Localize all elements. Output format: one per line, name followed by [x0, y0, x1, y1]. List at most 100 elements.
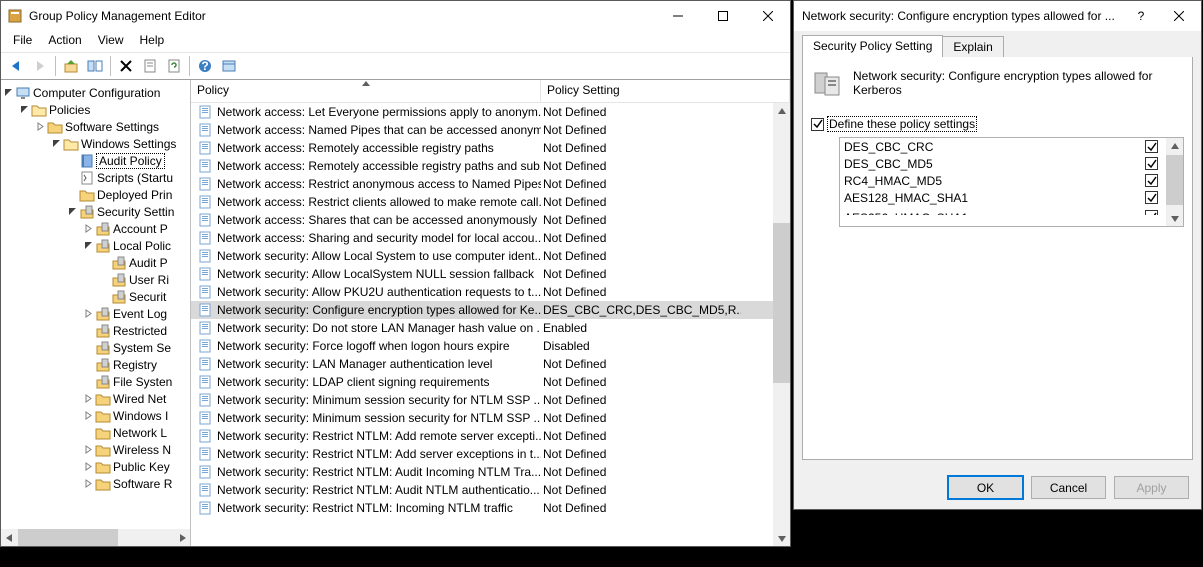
tree-twisty[interactable]: [65, 207, 79, 216]
policy-row[interactable]: Network security: LDAP client signing re…: [191, 373, 790, 391]
scroll-thumb[interactable]: [773, 223, 790, 383]
minimize-button[interactable]: [655, 1, 700, 31]
scroll-thumb[interactable]: [18, 529, 118, 546]
tree-twisty[interactable]: [81, 241, 95, 250]
apply-button[interactable]: Apply: [1114, 476, 1189, 499]
tree-item[interactable]: Software R: [1, 475, 190, 492]
menu-view[interactable]: View: [90, 31, 132, 52]
enc-option[interactable]: DES_CBC_CRC: [840, 138, 1166, 155]
tree-pane[interactable]: Computer ConfigurationPoliciesSoftware S…: [1, 80, 191, 546]
policy-row[interactable]: Network access: Sharing and security mod…: [191, 229, 790, 247]
policy-row[interactable]: Network security: Restrict NTLM: Add rem…: [191, 427, 790, 445]
ok-button[interactable]: OK: [948, 476, 1023, 499]
define-checkbox[interactable]: [811, 118, 824, 131]
scroll-right-icon[interactable]: [173, 529, 190, 546]
refresh-button[interactable]: [163, 55, 185, 77]
tree-item[interactable]: Local Polic: [1, 237, 190, 254]
scroll-up-icon[interactable]: [1166, 138, 1183, 155]
tree-item[interactable]: Event Log: [1, 305, 190, 322]
tree-item[interactable]: Network L: [1, 424, 190, 441]
enclist-vscroll[interactable]: [1166, 138, 1183, 226]
policy-row[interactable]: Network access: Shares that can be acces…: [191, 211, 790, 229]
enc-option[interactable]: DES_CBC_MD5: [840, 155, 1166, 172]
help-button[interactable]: ?: [194, 55, 216, 77]
tree-item[interactable]: Security Settin: [1, 203, 190, 220]
tree-item[interactable]: Wired Net: [1, 390, 190, 407]
policy-row[interactable]: Network security: Minimum session securi…: [191, 409, 790, 427]
tree-item[interactable]: Audit Policy: [1, 152, 190, 169]
policy-row[interactable]: Network security: Minimum session securi…: [191, 391, 790, 409]
policy-list[interactable]: Policy Policy Setting Network access: Le…: [191, 80, 790, 546]
policy-row[interactable]: Network access: Restrict clients allowed…: [191, 193, 790, 211]
dialog-titlebar[interactable]: Network security: Configure encryption t…: [794, 1, 1201, 31]
scroll-down-icon[interactable]: [1166, 209, 1183, 226]
tree-item[interactable]: Public Key: [1, 458, 190, 475]
tree-twisty[interactable]: [33, 122, 47, 131]
enc-checkbox[interactable]: [1145, 210, 1158, 215]
tree-twisty[interactable]: [81, 445, 95, 454]
tree-twisty[interactable]: [81, 479, 95, 488]
tree-twisty[interactable]: [17, 105, 31, 114]
maximize-button[interactable]: [700, 1, 745, 31]
enc-option[interactable]: AES256_HMAC_SHA1: [840, 206, 1166, 215]
enc-checkbox[interactable]: [1145, 157, 1158, 170]
back-button[interactable]: [5, 55, 27, 77]
close-button[interactable]: [745, 1, 790, 31]
up-button[interactable]: [60, 55, 82, 77]
export-list-button[interactable]: [218, 55, 240, 77]
tree-hscroll[interactable]: [1, 529, 190, 546]
main-titlebar[interactable]: Group Policy Management Editor: [1, 1, 790, 31]
tree-item[interactable]: Windows Settings: [1, 135, 190, 152]
delete-button[interactable]: [115, 55, 137, 77]
col-setting[interactable]: Policy Setting: [541, 80, 790, 102]
tree-twisty[interactable]: [81, 462, 95, 471]
policy-row[interactable]: Network security: Restrict NTLM: Audit N…: [191, 481, 790, 499]
tree-item[interactable]: System Se: [1, 339, 190, 356]
tree-twisty[interactable]: [81, 411, 95, 420]
tree-twisty[interactable]: [81, 224, 95, 233]
policy-row[interactable]: Network security: Allow PKU2U authentica…: [191, 283, 790, 301]
enc-checkbox[interactable]: [1145, 191, 1158, 204]
policy-row[interactable]: Network security: Do not store LAN Manag…: [191, 319, 790, 337]
enc-checkbox[interactable]: [1145, 140, 1158, 153]
policy-row[interactable]: Network access: Let Everyone permissions…: [191, 103, 790, 121]
tree-item[interactable]: Account P: [1, 220, 190, 237]
properties-button[interactable]: [139, 55, 161, 77]
tree-item[interactable]: Computer Configuration: [1, 84, 190, 101]
tree-item[interactable]: Deployed Prin: [1, 186, 190, 203]
policy-row[interactable]: Network access: Remotely accessible regi…: [191, 157, 790, 175]
policy-row[interactable]: Network security: Restrict NTLM: Add ser…: [191, 445, 790, 463]
tree-item[interactable]: Securit: [1, 288, 190, 305]
menu-file[interactable]: File: [5, 31, 40, 52]
tab-security-policy-setting[interactable]: Security Policy Setting: [802, 35, 943, 57]
menu-action[interactable]: Action: [40, 31, 89, 52]
tree-item[interactable]: Wireless N: [1, 441, 190, 458]
policy-row[interactable]: Network access: Restrict anonymous acces…: [191, 175, 790, 193]
enc-checkbox[interactable]: [1145, 174, 1158, 187]
policy-row[interactable]: Network security: Force logoff when logo…: [191, 337, 790, 355]
scroll-left-icon[interactable]: [1, 529, 18, 546]
tree-twisty[interactable]: [1, 88, 15, 97]
policy-row[interactable]: Network security: Restrict NTLM: Incomin…: [191, 499, 790, 517]
forward-button[interactable]: [29, 55, 51, 77]
dialog-close-button[interactable]: [1156, 1, 1201, 31]
policy-row[interactable]: Network access: Named Pipes that can be …: [191, 121, 790, 139]
tree-item[interactable]: Windows I: [1, 407, 190, 424]
show-hide-tree-button[interactable]: [84, 55, 106, 77]
scroll-thumb[interactable]: [1166, 155, 1183, 205]
tree-twisty[interactable]: [81, 309, 95, 318]
policy-row[interactable]: Network security: Restrict NTLM: Audit I…: [191, 463, 790, 481]
encryption-types-list[interactable]: DES_CBC_CRCDES_CBC_MD5RC4_HMAC_MD5AES128…: [839, 137, 1184, 227]
scroll-down-icon[interactable]: [773, 529, 790, 546]
tab-explain[interactable]: Explain: [942, 36, 1003, 58]
enc-option[interactable]: AES128_HMAC_SHA1: [840, 189, 1166, 206]
policy-row[interactable]: Network security: Allow Local System to …: [191, 247, 790, 265]
list-vscroll[interactable]: [773, 103, 790, 546]
tree-item[interactable]: Audit P: [1, 254, 190, 271]
policy-row[interactable]: Network security: Allow LocalSystem NULL…: [191, 265, 790, 283]
tree-item[interactable]: Restricted: [1, 322, 190, 339]
col-policy[interactable]: Policy: [191, 80, 541, 102]
tree-item[interactable]: File Systen: [1, 373, 190, 390]
tree-item[interactable]: User Ri: [1, 271, 190, 288]
enc-option[interactable]: RC4_HMAC_MD5: [840, 172, 1166, 189]
